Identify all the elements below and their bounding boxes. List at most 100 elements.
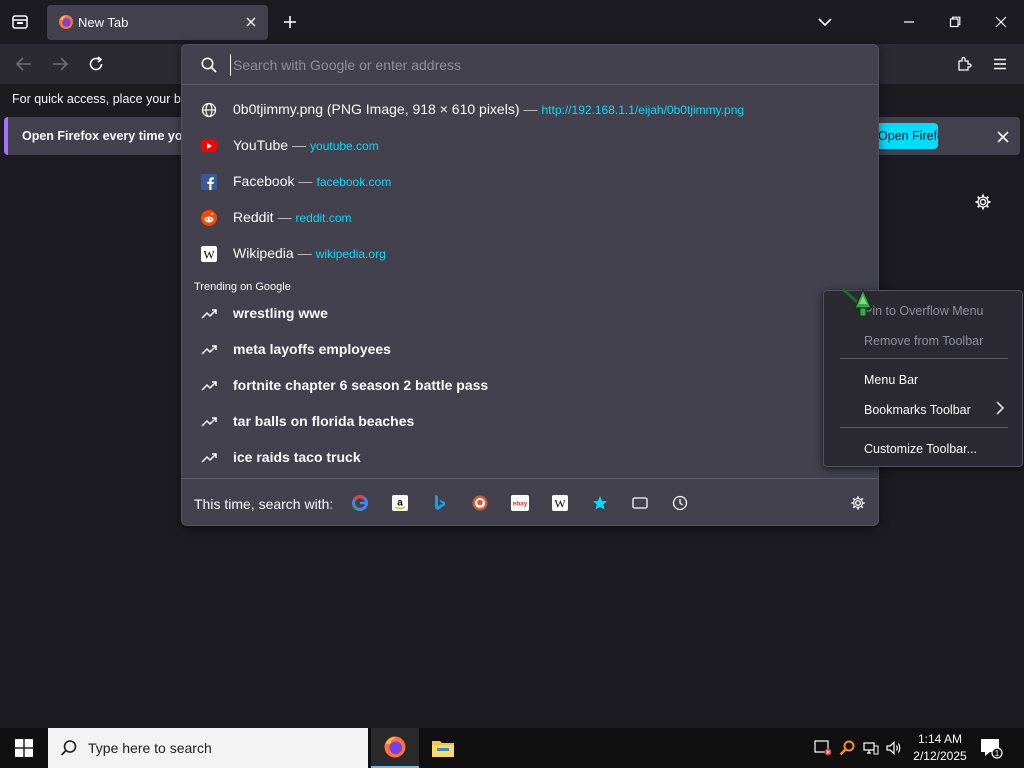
hamburger-icon bbox=[994, 58, 1006, 70]
bookmarks-star-icon[interactable] bbox=[590, 493, 610, 513]
duckduckgo-icon[interactable] bbox=[470, 493, 490, 513]
tab-new-tab[interactable]: New Tab bbox=[47, 5, 268, 40]
google-icon[interactable] bbox=[350, 493, 370, 513]
restore-button[interactable] bbox=[942, 8, 968, 36]
taskbar-search-box[interactable]: Type here to search bbox=[48, 728, 368, 768]
history-icon[interactable] bbox=[670, 493, 690, 513]
result-text: Facebook — facebook.com bbox=[233, 173, 391, 189]
trending-text: meta layoffs employees bbox=[233, 341, 391, 357]
result-separator: — bbox=[277, 209, 292, 225]
svg-text:ebay: ebay bbox=[513, 501, 528, 508]
firefox-view-icon bbox=[12, 15, 28, 29]
urlbar-dropdown: 0b0tjimmy.png (PNG Image, 918 × 610 pixe… bbox=[181, 44, 879, 526]
gear-icon bbox=[851, 496, 865, 510]
chevron-down-icon bbox=[818, 18, 832, 27]
wikipedia-icon[interactable]: W bbox=[550, 493, 570, 513]
reload-icon bbox=[89, 56, 103, 71]
new-tab-button[interactable] bbox=[279, 10, 301, 34]
notification-close-button[interactable] bbox=[992, 126, 1014, 148]
search-settings-button[interactable] bbox=[848, 493, 868, 513]
folder-icon bbox=[432, 741, 454, 757]
restore-icon bbox=[949, 16, 961, 28]
reddit-icon bbox=[200, 209, 217, 226]
result-title: Facebook bbox=[233, 173, 295, 189]
puzzle-icon bbox=[958, 56, 972, 71]
search-tray-icon[interactable] bbox=[837, 738, 857, 758]
forward-button[interactable] bbox=[48, 52, 72, 76]
arrow-left-icon bbox=[16, 57, 31, 71]
result-row[interactable]: Reddit — reddit.com bbox=[182, 199, 878, 235]
trending-icon bbox=[200, 305, 217, 322]
result-text: 0b0tjimmy.png (PNG Image, 918 × 610 pixe… bbox=[233, 101, 744, 117]
menu-item-customize-toolbar[interactable]: Customize Toolbar... bbox=[864, 442, 977, 456]
result-separator: — bbox=[523, 101, 538, 117]
start-button[interactable] bbox=[0, 728, 48, 768]
clock-time: 1:14 AM bbox=[917, 732, 963, 746]
result-url: facebook.com bbox=[316, 175, 392, 189]
newtab-settings-button[interactable] bbox=[972, 191, 994, 213]
close-icon bbox=[997, 131, 1009, 143]
result-title: Wikipedia bbox=[233, 245, 294, 261]
trending-icon bbox=[200, 413, 217, 430]
security-tray-icon[interactable] bbox=[813, 738, 833, 758]
bing-icon[interactable] bbox=[430, 493, 450, 513]
menu-item-remove-toolbar[interactable]: Remove from Toolbar bbox=[864, 334, 983, 348]
result-title: YouTube bbox=[233, 137, 289, 153]
extensions-button[interactable] bbox=[952, 52, 976, 76]
result-separator: — bbox=[298, 173, 313, 189]
taskbar-firefox[interactable] bbox=[371, 728, 419, 768]
reload-button[interactable] bbox=[84, 52, 108, 76]
taskbar-file-explorer[interactable] bbox=[419, 728, 467, 768]
chevron-right-icon bbox=[996, 401, 1005, 415]
result-text: Reddit — reddit.com bbox=[233, 209, 352, 225]
tab-close-button[interactable] bbox=[242, 13, 260, 31]
action-center-icon[interactable]: 1 bbox=[979, 737, 1003, 759]
trending-row[interactable]: ice raids taco truck bbox=[182, 439, 878, 475]
volume-icon[interactable] bbox=[884, 738, 904, 758]
tab-title: New Tab bbox=[78, 15, 129, 30]
close-icon bbox=[246, 17, 256, 27]
arrow-right-icon bbox=[53, 57, 68, 71]
result-url: http://192.168.1.1/eijah/0b0tjimmy.png bbox=[541, 103, 745, 117]
one-off-search-bar: This time, search with: a ebay W bbox=[182, 478, 878, 526]
gear-icon bbox=[975, 194, 991, 210]
trending-row[interactable]: fortnite chapter 6 season 2 battle pass bbox=[182, 367, 878, 403]
trending-row[interactable]: wrestling wwe bbox=[182, 295, 878, 331]
trending-text: fortnite chapter 6 season 2 battle pass bbox=[233, 377, 489, 393]
trending-text: tar balls on florida beaches bbox=[233, 413, 415, 429]
urlbar-input[interactable] bbox=[230, 54, 830, 76]
menu-item-menu-bar[interactable]: Menu Bar bbox=[864, 373, 918, 387]
taskbar: Type here to search 1:14 AM 2/12/2025 1 bbox=[0, 728, 1024, 768]
svg-text:1: 1 bbox=[995, 749, 1000, 758]
trending-row[interactable]: tar balls on florida beaches bbox=[182, 403, 878, 439]
network-icon[interactable] bbox=[861, 738, 881, 758]
result-row[interactable]: W Wikipedia — wikipedia.org bbox=[182, 235, 878, 271]
list-all-tabs-button[interactable] bbox=[814, 12, 836, 32]
app-menu-button[interactable] bbox=[988, 52, 1012, 76]
clock-date: 2/12/2025 bbox=[913, 749, 967, 763]
menu-item-bookmarks-toolbar[interactable]: Bookmarks Toolbar bbox=[864, 403, 971, 417]
minimize-button[interactable] bbox=[896, 8, 922, 36]
firefox-icon bbox=[59, 15, 73, 29]
trending-row[interactable]: meta layoffs employees bbox=[182, 331, 878, 367]
youtube-icon bbox=[200, 137, 217, 154]
result-row[interactable]: Facebook — facebook.com bbox=[182, 163, 878, 199]
trending-icon bbox=[200, 377, 217, 394]
tabs-icon[interactable] bbox=[630, 493, 650, 513]
menu-separator bbox=[840, 358, 1008, 359]
close-window-button[interactable] bbox=[988, 8, 1014, 36]
result-row[interactable]: 0b0tjimmy.png (PNG Image, 918 × 610 pixe… bbox=[182, 91, 878, 127]
trending-icon bbox=[200, 341, 217, 358]
result-row[interactable]: YouTube — youtube.com bbox=[182, 127, 878, 163]
amazon-icon[interactable]: a bbox=[390, 493, 410, 513]
trending-text: wrestling wwe bbox=[233, 305, 328, 321]
one-off-label: This time, search with: bbox=[194, 496, 334, 512]
firefox-view-button[interactable] bbox=[8, 10, 32, 34]
result-title: Reddit bbox=[233, 209, 274, 225]
taskbar-clock[interactable]: 1:14 AM 2/12/2025 bbox=[905, 731, 975, 765]
search-icon bbox=[201, 57, 217, 73]
back-button[interactable] bbox=[12, 52, 36, 76]
menu-item-pin-overflow[interactable]: Pin to Overflow Menu bbox=[864, 304, 984, 318]
ebay-icon[interactable]: ebay bbox=[510, 493, 530, 513]
trending-icon bbox=[200, 449, 217, 466]
